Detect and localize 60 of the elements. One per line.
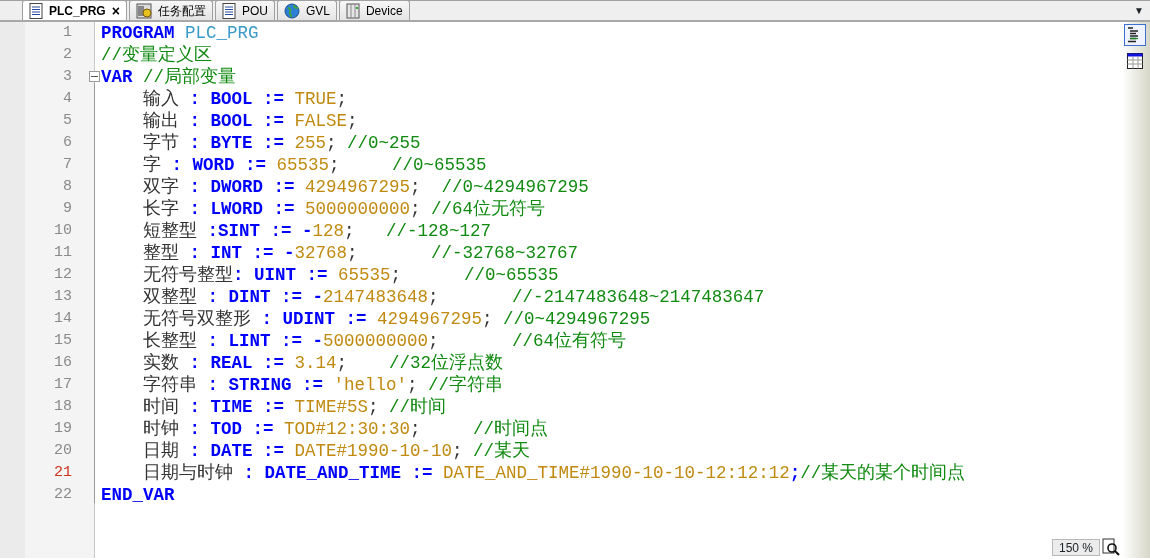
document-icon	[29, 2, 43, 19]
line-number: 19	[53, 419, 73, 439]
line-number: 20	[53, 441, 73, 461]
editor-tab[interactable]: PLC_PRG ×	[22, 0, 127, 20]
line-number: 13	[53, 287, 73, 307]
line-number: 15	[53, 331, 73, 351]
code-line: 字符串 : STRING := 'hello'; //字符串	[142, 374, 505, 396]
code-line: 输出 : BOOL := FALSE;	[142, 110, 359, 132]
code-line: 字节 : BYTE := 255; //0~255	[142, 132, 422, 154]
editor-tab[interactable]: GVL	[276, 0, 337, 20]
dropdown-arrow[interactable]: ▼	[1134, 3, 1144, 18]
line-number: 12	[53, 265, 73, 285]
table-button[interactable]	[1124, 50, 1146, 72]
line-number: 2	[62, 45, 73, 65]
collapse-icon[interactable]	[89, 71, 100, 82]
line-number: 5	[62, 111, 73, 131]
line-number: 1	[62, 23, 73, 43]
line-number: 22	[53, 485, 73, 505]
line-number: 11	[53, 243, 73, 263]
code-line: 整型 : INT := -32768; //-32768~32767	[142, 242, 580, 264]
code-line: 双字 : DWORD := 4294967295; //0~4294967295	[142, 176, 590, 198]
line-number: 17	[53, 375, 73, 395]
code-line: 长整型 : LINT := -5000000000; //64位有符号	[142, 330, 628, 352]
line-number: 4	[62, 89, 73, 109]
code-line: PROGRAM PLC_PRG	[101, 22, 260, 44]
editor-tab[interactable]: POU	[214, 0, 275, 20]
code-line: 时间 : TIME := TIME#5S; //时间	[142, 396, 448, 418]
line-number: 16	[53, 353, 73, 373]
line-number: 6	[62, 133, 73, 153]
line-number: 18	[53, 397, 73, 417]
code-line: 无符号双整形 : UDINT := 4294967295; //0~4294967295	[142, 308, 652, 330]
code-line: END_VAR	[101, 484, 176, 506]
editor-tab[interactable]: 任务配置	[128, 0, 213, 20]
code-line: 无符号整型: UINT := 65535; //0~65535	[142, 264, 560, 286]
line-number: 8	[62, 177, 73, 197]
zoom-level[interactable]: 150 %	[1051, 539, 1100, 556]
globe-icon	[283, 2, 300, 19]
code-line: 双整型 : DINT := -2147483648; //-2147483648~2147483647	[142, 286, 766, 308]
code-line: 时钟 : TOD := TOD#12:30:30; //时间点	[142, 418, 550, 440]
line-number: 14	[53, 309, 73, 329]
close-icon[interactable]: ×	[111, 3, 120, 18]
code-line: 短整型 :SINT := -128; //-128~127	[142, 220, 493, 242]
line-number: 7	[62, 155, 73, 175]
code-line: VAR //局部变量	[101, 66, 238, 88]
editor-tab[interactable]: Device	[338, 0, 410, 20]
line-number: 21	[53, 463, 73, 483]
code-line: 日期与时钟 : DATE_AND_TIME := DATE_AND_TIME#1990-10-10-12:12:12;//某天的某个时间点	[142, 462, 967, 484]
line-number: 10	[53, 221, 73, 241]
code-line: 输入 : BOOL := TRUE;	[142, 88, 349, 110]
document-icon	[221, 2, 236, 19]
table-icon	[1126, 52, 1144, 70]
line-number: 9	[62, 199, 73, 219]
line-number: 3	[62, 67, 73, 87]
text-view-button[interactable]	[1124, 24, 1146, 46]
code-line: //变量定义区	[101, 44, 213, 66]
code-line: 长字 : LWORD := 5000000000; //64位无符号	[142, 198, 547, 220]
magnifier-icon[interactable]	[1102, 538, 1120, 556]
code-line: 实数 : REAL := 3.14; //32位浮点数	[142, 352, 505, 374]
code-line: 日期 : DATE := DATE#1990-10-10; //某天	[142, 440, 532, 462]
code-line: 字 : WORD := 65535; //0~65535	[142, 154, 488, 176]
